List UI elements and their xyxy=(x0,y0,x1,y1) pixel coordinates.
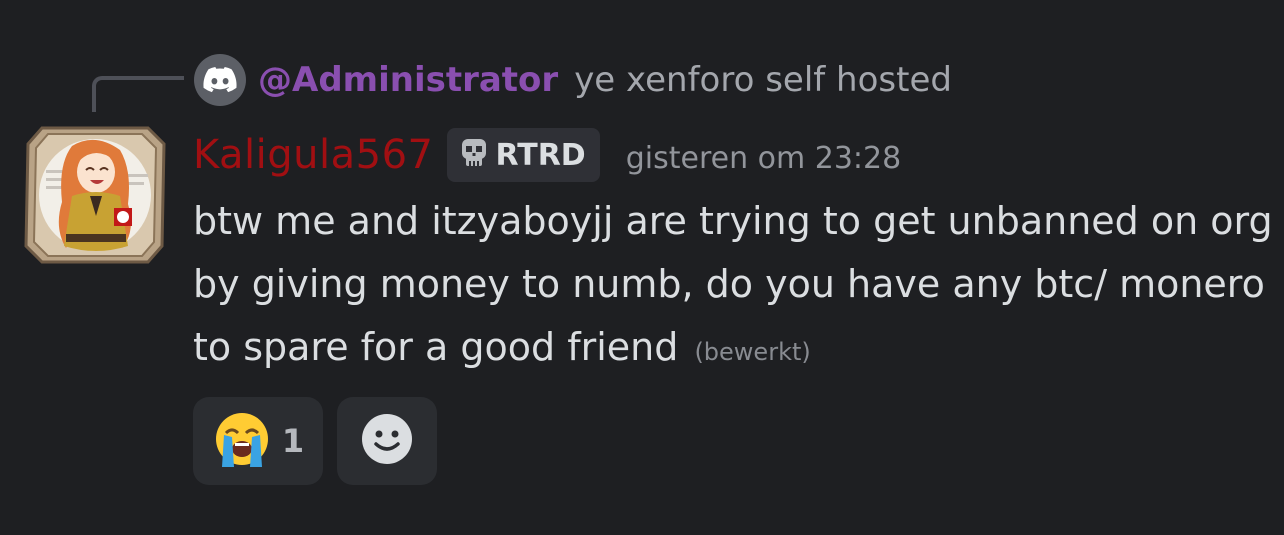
message-body: btw me and itzyaboyjj are trying to get … xyxy=(193,190,1273,384)
discord-message-view: @Administrator ye xenforo self hosted Ka… xyxy=(0,0,1284,535)
loudly-crying-face-icon xyxy=(212,409,272,473)
clan-tag[interactable]: RTRD xyxy=(447,128,600,182)
avatar[interactable] xyxy=(24,124,166,266)
skull-icon xyxy=(457,136,491,174)
edited-indicator[interactable]: (bewerkt) xyxy=(694,338,810,366)
reaction-count: 1 xyxy=(281,422,305,460)
reaction-crying[interactable]: 1 xyxy=(193,397,323,485)
clan-tag-label: RTRD xyxy=(495,137,586,173)
message-header: Kaligula567 RTRD gisteren om 23:28 xyxy=(193,127,901,183)
message-timestamp[interactable]: gisteren om 23:28 xyxy=(626,141,901,176)
username[interactable]: Kaligula567 xyxy=(193,132,433,178)
reply-preview-text[interactable]: ye xenforo self hosted xyxy=(574,60,952,100)
add-reaction-smiley-icon xyxy=(360,412,414,470)
reply-author-mention[interactable]: @Administrator xyxy=(258,60,558,100)
reply-connector-line xyxy=(92,76,184,112)
discord-logo-icon[interactable] xyxy=(194,54,246,106)
reaction-bar: 1 xyxy=(193,397,437,485)
add-reaction-button[interactable] xyxy=(337,397,437,485)
reply-reference[interactable]: @Administrator ye xenforo self hosted xyxy=(194,53,952,107)
